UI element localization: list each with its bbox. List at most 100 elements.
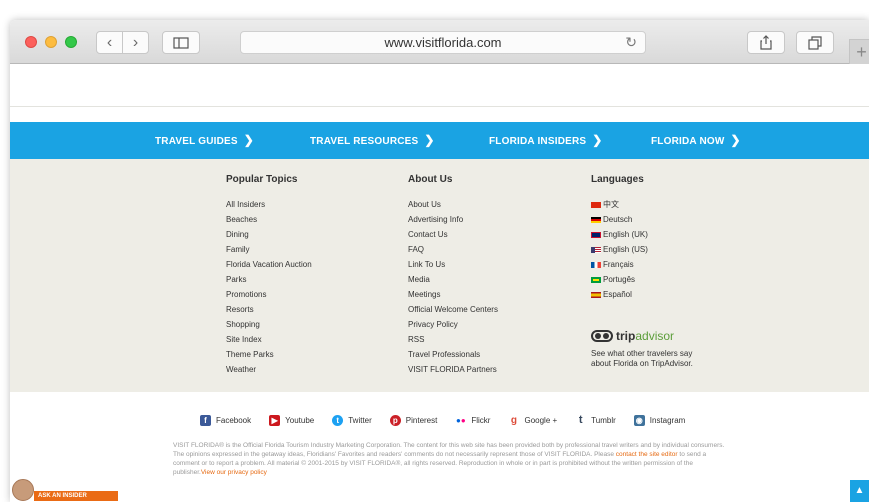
social-pinterest[interactable]: p Pinterest: [389, 415, 437, 426]
language-french[interactable]: Français: [591, 257, 648, 272]
zoom-window-button[interactable]: [65, 36, 77, 48]
share-button[interactable]: [747, 31, 785, 54]
social-tumblr[interactable]: t Tumblr: [575, 415, 616, 426]
social-links: f Facebook ▶ Youtube t Twitter p Pinterest ●…: [200, 415, 703, 426]
link-meetings[interactable]: Meetings: [408, 287, 498, 302]
language-chinese[interactable]: 中文: [591, 197, 648, 212]
footer-links-panel: Popular Topics All Insiders Beaches Dini…: [10, 159, 869, 392]
language-label: English (UK): [603, 230, 648, 239]
link-dining[interactable]: Dining: [226, 227, 312, 242]
social-twitter[interactable]: t Twitter: [332, 415, 372, 426]
about-us-list: About Us Advertising Info Contact Us FAQ…: [408, 197, 498, 377]
france-flag-icon: [591, 261, 601, 268]
language-english-uk[interactable]: English (UK): [591, 227, 648, 242]
contact-editor-link[interactable]: contact the site editor: [616, 451, 678, 458]
link-shopping[interactable]: Shopping: [226, 317, 312, 332]
social-flickr[interactable]: ●● Flickr: [455, 415, 490, 426]
link-site-index[interactable]: Site Index: [226, 332, 312, 347]
link-welcome-centers[interactable]: Official Welcome Centers: [408, 302, 498, 317]
social-google-plus[interactable]: g Google +: [508, 415, 557, 426]
social-label: Google +: [524, 416, 558, 425]
link-family[interactable]: Family: [226, 242, 312, 257]
language-spanish[interactable]: Español: [591, 287, 648, 302]
sidebar-toggle-button[interactable]: [162, 31, 200, 54]
language-german[interactable]: Deutsch: [591, 212, 648, 227]
instagram-icon: ◉: [633, 415, 645, 426]
uk-flag-icon: [591, 231, 601, 238]
minimize-window-button[interactable]: [45, 36, 57, 48]
back-button[interactable]: ‹: [97, 32, 123, 53]
owl-icon: [591, 330, 613, 342]
link-promotions[interactable]: Promotions: [226, 287, 312, 302]
link-contact-us[interactable]: Contact Us: [408, 227, 498, 242]
language-portuguese[interactable]: Portugês: [591, 272, 648, 287]
tripadvisor-text: See what other travelers say about Flori…: [591, 349, 693, 368]
tripadvisor-logo-text-b: advisor: [635, 329, 675, 343]
germany-flag-icon: [591, 216, 601, 223]
social-label: Twitter: [348, 416, 372, 425]
forward-button[interactable]: ›: [123, 32, 148, 53]
social-youtube[interactable]: ▶ Youtube: [269, 415, 314, 426]
chevron-right-icon: ❯: [592, 133, 603, 147]
new-tab-button[interactable]: +: [849, 39, 869, 64]
about-us-column: About Us About Us Advertising Info Conta…: [408, 174, 498, 377]
social-label: Tumblr: [591, 416, 616, 425]
link-advertising-info[interactable]: Advertising Info: [408, 212, 498, 227]
language-label: Français: [603, 260, 634, 269]
about-us-heading: About Us: [408, 174, 453, 185]
browser-window: ‹ › www.visitflorida.com ↻ + TRAVEL GUID…: [10, 20, 869, 502]
facebook-icon: f: [200, 415, 211, 426]
brazil-flag-icon: [591, 276, 601, 283]
link-theme-parks[interactable]: Theme Parks: [226, 347, 312, 362]
link-link-to-us[interactable]: Link To Us: [408, 257, 498, 272]
tab-overview-button[interactable]: [796, 31, 834, 54]
link-beaches[interactable]: Beaches: [226, 212, 312, 227]
tripadvisor-block[interactable]: trip advisor See what other travelers say…: [591, 329, 711, 369]
pinterest-icon: p: [389, 415, 401, 426]
sidebar-icon: [173, 36, 189, 49]
insider-avatar: [12, 479, 34, 501]
nav-label: FLORIDA INSIDERS: [489, 136, 587, 147]
link-rss[interactable]: RSS: [408, 332, 498, 347]
scroll-to-top-button[interactable]: ▲: [850, 480, 869, 502]
nav-florida-insiders[interactable]: FLORIDA INSIDERS ❯: [489, 133, 603, 147]
share-icon: [760, 35, 772, 50]
chevron-right-icon: ❯: [243, 133, 255, 147]
ask-an-insider-badge[interactable]: ASK AN INSIDER: [10, 477, 120, 502]
reload-icon[interactable]: ↻: [625, 34, 637, 51]
link-privacy-policy[interactable]: Privacy Policy: [408, 317, 498, 332]
privacy-policy-link[interactable]: View our privacy policy: [201, 469, 267, 476]
nav-travel-resources[interactable]: TRAVEL RESOURCES ❯: [310, 133, 435, 147]
link-vacation-auction[interactable]: Florida Vacation Auction: [226, 257, 312, 272]
link-travel-professionals[interactable]: Travel Professionals: [408, 347, 498, 362]
link-resorts[interactable]: Resorts: [226, 302, 312, 317]
chevron-right-icon: ❯: [730, 133, 741, 147]
social-label: Flickr: [471, 416, 491, 425]
social-instagram[interactable]: ◉ Instagram: [633, 415, 686, 426]
nav-travel-guides[interactable]: TRAVEL GUIDES ❯: [155, 133, 254, 147]
nav-label: TRAVEL RESOURCES: [310, 136, 419, 147]
social-facebook[interactable]: f Facebook: [200, 415, 251, 426]
languages-heading: Languages: [591, 174, 644, 185]
link-about-us[interactable]: About Us: [408, 197, 498, 212]
link-parks[interactable]: Parks: [226, 272, 312, 287]
link-partners[interactable]: VISIT FLORIDA Partners: [408, 362, 498, 377]
twitter-icon: t: [332, 415, 344, 426]
nav-florida-now[interactable]: FLORIDA NOW ❯: [651, 133, 741, 147]
youtube-icon: ▶: [269, 415, 281, 426]
language-label: Español: [603, 290, 632, 299]
nav-label: FLORIDA NOW: [651, 136, 725, 147]
link-faq[interactable]: FAQ: [408, 242, 498, 257]
link-media[interactable]: Media: [408, 272, 498, 287]
languages-column: Languages 中文 Deutsch English (UK) Englis…: [591, 174, 648, 302]
link-weather[interactable]: Weather: [226, 362, 312, 377]
history-nav: ‹ ›: [96, 31, 149, 54]
language-english-us[interactable]: English (US): [591, 242, 648, 257]
address-bar[interactable]: www.visitflorida.com ↻: [240, 31, 646, 54]
close-window-button[interactable]: [25, 36, 37, 48]
ask-an-insider-label: ASK AN INSIDER: [34, 491, 118, 501]
social-label: Instagram: [649, 416, 686, 425]
link-all-insiders[interactable]: All Insiders: [226, 197, 312, 212]
chevron-right-icon: ❯: [424, 133, 435, 147]
plus-icon: +: [856, 41, 867, 62]
